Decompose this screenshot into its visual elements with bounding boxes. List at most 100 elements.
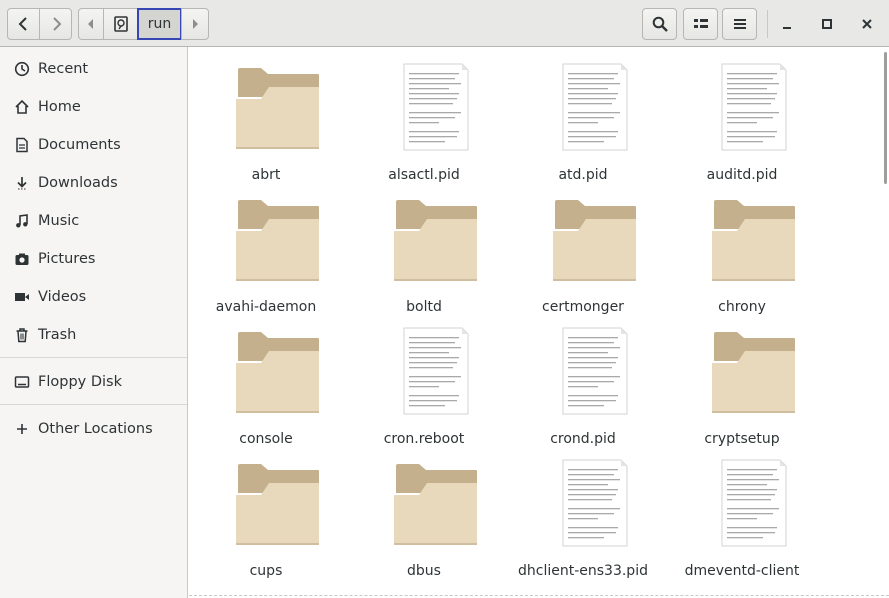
folder-item[interactable]: avahi-daemon bbox=[191, 189, 341, 319]
text-file-icon bbox=[667, 57, 817, 163]
file-grid: abrt alsactl.pid atd.pid auditd.pid avahi-da… bbox=[189, 47, 889, 598]
sidebar-item-music[interactable]: Music bbox=[0, 203, 187, 239]
file-name-label: cups bbox=[249, 563, 283, 579]
folder-item[interactable]: abrt bbox=[191, 57, 341, 187]
file-item[interactable]: cron.reboot bbox=[349, 321, 499, 451]
recent-icon bbox=[14, 61, 30, 77]
file-name-label: abrt bbox=[251, 167, 281, 183]
go-forward-icon bbox=[52, 17, 61, 31]
menu-button[interactable] bbox=[722, 8, 757, 40]
sidebar-item-label: Home bbox=[38, 99, 81, 115]
sidebar-item-other-locations[interactable]: Other Locations bbox=[0, 411, 187, 447]
sidebar-item-label: Recent bbox=[38, 61, 89, 77]
folder-item[interactable]: certmonger bbox=[508, 189, 658, 319]
text-file-icon bbox=[349, 321, 499, 427]
folder-item[interactable]: cups bbox=[191, 453, 341, 583]
sidebar-item-label: Trash bbox=[38, 327, 77, 343]
folder-item[interactable]: console bbox=[191, 321, 341, 451]
home-icon bbox=[14, 99, 30, 115]
file-name-label: dmeventd-client bbox=[684, 563, 800, 579]
file-name-label: dbus bbox=[407, 563, 441, 579]
sidebar-item-home[interactable]: Home bbox=[0, 89, 187, 125]
downloads-icon bbox=[14, 175, 30, 191]
hamburger-menu-icon bbox=[733, 19, 746, 29]
videos-icon bbox=[14, 289, 30, 305]
file-name-label: auditd.pid bbox=[706, 167, 778, 183]
back-button[interactable] bbox=[7, 8, 40, 40]
folder-item[interactable]: cryptsetup bbox=[667, 321, 817, 451]
maximize-button[interactable] bbox=[812, 8, 842, 40]
view-toggle-button[interactable] bbox=[683, 8, 718, 40]
text-file-icon bbox=[667, 453, 817, 559]
music-icon bbox=[14, 213, 30, 229]
folder-icon bbox=[191, 321, 341, 427]
sidebar-item-label: Other Locations bbox=[38, 421, 153, 437]
minimize-button[interactable] bbox=[772, 8, 802, 40]
search-icon bbox=[652, 16, 668, 32]
text-file-icon bbox=[508, 57, 658, 163]
documents-icon bbox=[14, 137, 30, 153]
sidebar-item-label: Floppy Disk bbox=[38, 374, 122, 390]
file-item[interactable]: dmeventd-client bbox=[667, 453, 817, 583]
file-name-label: alsactl.pid bbox=[388, 167, 460, 183]
sidebar-item-downloads[interactable]: Downloads bbox=[0, 165, 187, 201]
sidebar-item-label: Videos bbox=[38, 289, 87, 305]
path-right-icon bbox=[193, 19, 198, 29]
file-item[interactable]: auditd.pid bbox=[667, 57, 817, 187]
go-back-icon bbox=[18, 17, 27, 31]
floppy-disk-icon bbox=[14, 374, 30, 390]
path-scroll-right-button[interactable] bbox=[181, 8, 209, 40]
file-item[interactable]: atd.pid bbox=[508, 57, 658, 187]
pictures-icon bbox=[14, 251, 30, 267]
sidebar: Recent Home Documents Downloads Music Pi… bbox=[0, 47, 188, 598]
sidebar-item-label: Documents bbox=[38, 137, 121, 153]
file-item[interactable]: dhclient-ens33.pid bbox=[508, 453, 658, 583]
file-name-label: chrony bbox=[718, 299, 766, 315]
grid-bottom-edge bbox=[189, 595, 889, 596]
minimize-icon bbox=[783, 27, 791, 29]
file-name-label: cryptsetup bbox=[704, 431, 780, 447]
forward-button[interactable] bbox=[39, 8, 72, 40]
folder-icon bbox=[508, 189, 658, 295]
folder-item[interactable]: dbus bbox=[349, 453, 499, 583]
maximize-icon bbox=[822, 19, 832, 29]
folder-item[interactable]: chrony bbox=[667, 189, 817, 319]
text-file-icon bbox=[508, 321, 658, 427]
file-name-label: atd.pid bbox=[558, 167, 608, 183]
sidebar-item-label: Music bbox=[38, 213, 80, 229]
root-drive-icon bbox=[113, 16, 128, 32]
file-item[interactable]: alsactl.pid bbox=[349, 57, 499, 187]
path-left-icon bbox=[88, 19, 93, 29]
path-current-button[interactable]: run bbox=[137, 8, 182, 40]
folder-icon bbox=[667, 321, 817, 427]
folder-icon bbox=[349, 453, 499, 559]
scrollbar[interactable] bbox=[884, 52, 887, 184]
header-separator bbox=[767, 10, 768, 38]
text-file-icon bbox=[508, 453, 658, 559]
folder-item[interactable]: boltd bbox=[349, 189, 499, 319]
sidebar-item-label: Pictures bbox=[38, 251, 96, 267]
sidebar-item-recent[interactable]: Recent bbox=[0, 51, 187, 87]
sidebar-item-videos[interactable]: Videos bbox=[0, 279, 187, 315]
file-name-label: crond.pid bbox=[550, 431, 616, 447]
text-file-icon bbox=[349, 57, 499, 163]
sidebar-item-trash[interactable]: Trash bbox=[0, 317, 187, 353]
path-root-button[interactable] bbox=[103, 8, 138, 40]
folder-icon bbox=[191, 453, 341, 559]
path-current-label: run bbox=[147, 16, 172, 32]
view-toggle-icon bbox=[693, 19, 708, 28]
sidebar-item-label: Downloads bbox=[38, 175, 118, 191]
search-button[interactable] bbox=[642, 8, 677, 40]
sidebar-divider bbox=[0, 357, 187, 358]
file-name-label: boltd bbox=[406, 299, 442, 315]
sidebar-item-documents[interactable]: Documents bbox=[0, 127, 187, 163]
file-name-label: certmonger bbox=[542, 299, 624, 315]
file-name-label: cron.reboot bbox=[383, 431, 465, 447]
path-scroll-left-button[interactable] bbox=[78, 8, 104, 40]
file-name-label: console bbox=[239, 431, 293, 447]
sidebar-item-floppy-disk[interactable]: Floppy Disk bbox=[0, 364, 187, 400]
close-button[interactable] bbox=[852, 8, 882, 40]
sidebar-item-pictures[interactable]: Pictures bbox=[0, 241, 187, 277]
file-name-label: avahi-daemon bbox=[215, 299, 317, 315]
file-item[interactable]: crond.pid bbox=[508, 321, 658, 451]
